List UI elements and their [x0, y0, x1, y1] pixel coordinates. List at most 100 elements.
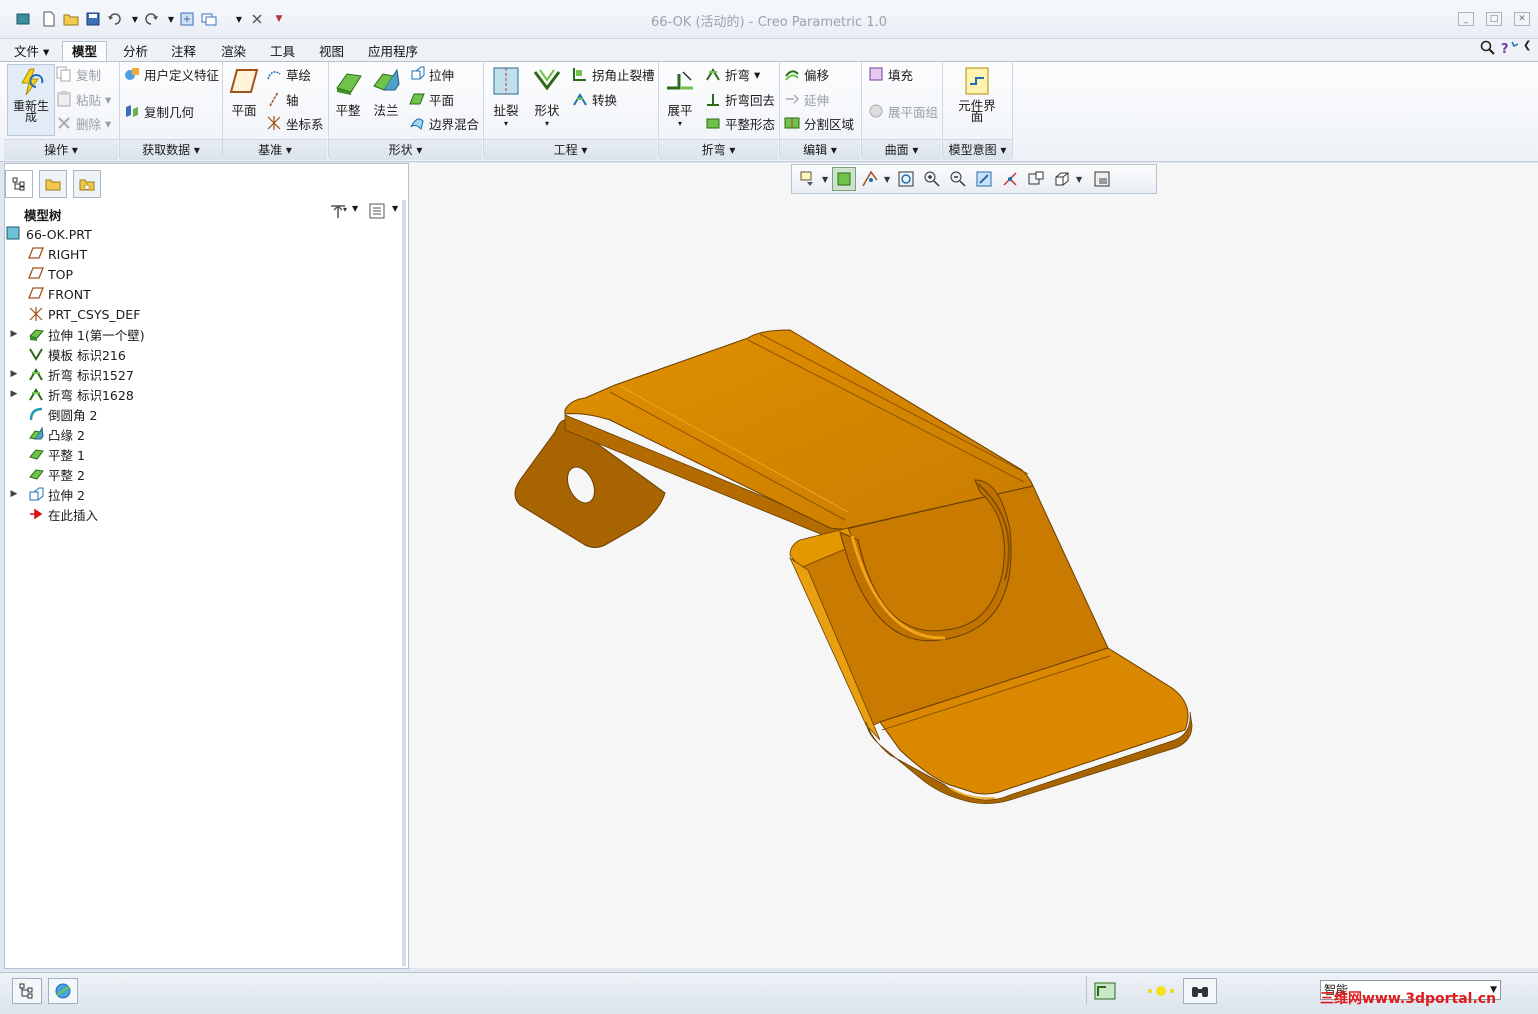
boundary-blend-button[interactable]: 边界混合 [409, 113, 479, 133]
tree-item[interactable]: ▶ 折弯 标识1628 [8, 384, 134, 404]
tree-item[interactable]: ▶ 折弯 标识1527 [8, 364, 134, 384]
fill-button[interactable]: 填充 [868, 64, 913, 84]
form-button[interactable]: 形状 ▾ [529, 66, 565, 128]
ribbon-minimize-icon[interactable]: ❮ [1523, 40, 1531, 51]
display-style-dropdown-icon[interactable]: ▼ [1076, 175, 1084, 184]
toggle-navigator-icon[interactable] [12, 978, 42, 1004]
unbend-button[interactable]: 展平 ▾ [662, 66, 698, 128]
tree-item[interactable]: 倒圆角 2 [8, 404, 97, 424]
delete-button[interactable]: 删除 ▾ [56, 113, 111, 133]
datum-plane-button[interactable]: 平面 [226, 66, 262, 119]
tree-item[interactable]: 平整 2 [8, 464, 85, 484]
model-tree-tab-icon[interactable] [5, 170, 33, 198]
favorites-tab-icon[interactable] [72, 170, 101, 198]
browser-toggle-icon[interactable] [48, 978, 78, 1004]
maximize-icon[interactable]: □ [1486, 12, 1502, 26]
tab-applications[interactable]: 应用程序 [358, 41, 428, 62]
group-label-surfaces[interactable]: 曲面 ▾ [862, 139, 941, 160]
graphics-window[interactable] [409, 163, 1538, 968]
show-menu-icon[interactable] [368, 202, 386, 223]
extend-button[interactable]: 延伸 [784, 89, 829, 109]
tree-item[interactable]: ▶ 拉伸 1(第一个壁) [8, 324, 145, 344]
datum-display-dropdown-icon[interactable]: ▼ [884, 175, 892, 184]
repaint-icon[interactable] [972, 167, 996, 191]
flange-button[interactable]: 法兰 [368, 66, 404, 119]
extrude-button[interactable]: 拉伸 [409, 64, 454, 84]
filter-selection-icon[interactable] [796, 167, 820, 191]
group-label-editing[interactable]: 编辑 ▾ [780, 139, 860, 160]
lights-icon[interactable] [1146, 985, 1176, 1000]
copy-geometry-button[interactable]: 复制几何 [124, 101, 194, 121]
tree-item[interactable]: ▶ 拉伸 2 [8, 484, 85, 504]
saved-orientations-icon[interactable] [1090, 167, 1114, 191]
udf-button[interactable]: 用户定义特征 [124, 64, 219, 84]
minimize-icon[interactable]: _ [1458, 12, 1474, 26]
tree-scrollbar[interactable] [402, 200, 406, 966]
group-label-model-intent[interactable]: 模型意图 ▾ [943, 139, 1012, 160]
tree-item[interactable]: 平整 1 [8, 444, 85, 464]
component-interface-button[interactable]: 元件界面 [955, 66, 999, 123]
flatten-quilt-button[interactable]: 展平面组 [868, 101, 938, 121]
expand-arrow-icon[interactable]: ▶ [8, 489, 20, 499]
group-label-get-data[interactable]: 获取数据 ▾ [120, 139, 222, 160]
find-icon[interactable] [1183, 978, 1217, 1004]
bend-button[interactable]: 折弯 ▾ [705, 64, 760, 84]
tab-analysis[interactable]: 分析 [113, 41, 158, 62]
flat-state-button[interactable]: 平整形态 [705, 113, 775, 133]
planar-button[interactable]: 平面 [409, 89, 454, 109]
tab-view[interactable]: 视图 [309, 41, 354, 62]
group-label-operations[interactable]: 操作 ▾ [4, 139, 118, 160]
tree-settings-dropdown-icon[interactable]: ▼ [352, 204, 358, 213]
named-views-icon[interactable] [1024, 167, 1048, 191]
regeneration-status-icon[interactable] [1094, 982, 1116, 1003]
corner-relief-button[interactable]: 拐角止裂槽 [572, 64, 655, 84]
group-label-bends[interactable]: 折弯 ▾ [659, 139, 778, 160]
group-label-engineering[interactable]: 工程 ▾ [484, 139, 657, 160]
flat-wall-button[interactable]: 平整 [330, 66, 366, 119]
expand-arrow-icon[interactable]: ▶ [8, 369, 20, 379]
group-label-shapes[interactable]: 形状 ▾ [329, 139, 482, 160]
refit-icon[interactable] [894, 167, 918, 191]
zoom-in-icon[interactable] [920, 167, 944, 191]
display-style-icon[interactable] [1050, 167, 1074, 191]
tab-render[interactable]: 渲染 [211, 41, 256, 62]
offset-button[interactable]: 偏移 [784, 64, 829, 84]
tree-item[interactable]: TOP [8, 264, 73, 284]
copy-button[interactable]: 复制 [56, 64, 101, 84]
bend-back-button[interactable]: 折弯回去 [705, 89, 775, 109]
zoom-out-icon[interactable] [946, 167, 970, 191]
close-icon[interactable]: ✕ [1514, 12, 1530, 26]
sketch-button[interactable]: 草绘 [266, 64, 311, 84]
axis-button[interactable]: 轴 [266, 89, 299, 109]
sheetmetal-model[interactable] [409, 163, 1538, 968]
tree-item[interactable]: PRT_CSYS_DEF [8, 304, 140, 324]
tree-item[interactable]: 66-OK.PRT [6, 224, 92, 244]
tab-annotate[interactable]: 注释 [161, 41, 206, 62]
convert-button[interactable]: 转换 [572, 89, 617, 109]
tree-item[interactable]: 在此插入 [8, 504, 98, 524]
datum-display-icon[interactable] [858, 167, 882, 191]
filter-dropdown-icon[interactable]: ▼ [822, 175, 830, 184]
show-dropdown-icon[interactable]: ▼ [392, 204, 398, 213]
folder-browser-tab-icon[interactable] [38, 170, 67, 198]
tree-item[interactable]: FRONT [8, 284, 91, 304]
search-icon[interactable] [1480, 40, 1496, 59]
group-label-datum[interactable]: 基准 ▾ [223, 139, 327, 160]
expand-arrow-icon[interactable]: ▶ [8, 329, 20, 339]
shading-icon[interactable] [832, 167, 856, 191]
rip-button[interactable]: 扯裂 ▾ [488, 66, 524, 128]
regenerate-button[interactable]: 重新生成 [7, 64, 55, 136]
tree-item[interactable]: RIGHT [8, 244, 87, 264]
csys-button[interactable]: 坐标系 [266, 113, 324, 133]
tree-item[interactable]: 凸缘 2 [8, 424, 85, 444]
expand-arrow-icon[interactable]: ▶ [8, 389, 20, 399]
tab-model[interactable]: 模型 [62, 41, 108, 61]
paste-button[interactable]: 粘贴 ▾ [56, 89, 111, 109]
help-icon[interactable]: ? [1500, 40, 1520, 59]
tree-item[interactable]: 模板 标识216 [8, 344, 126, 364]
file-menu[interactable]: 文件 ▾ [4, 41, 59, 62]
tab-tools[interactable]: 工具 [260, 41, 305, 62]
spin-center-icon[interactable] [998, 167, 1022, 191]
tree-settings-icon[interactable]: ▾ [328, 202, 348, 223]
split-area-button[interactable]: 分割区域 [784, 113, 854, 133]
